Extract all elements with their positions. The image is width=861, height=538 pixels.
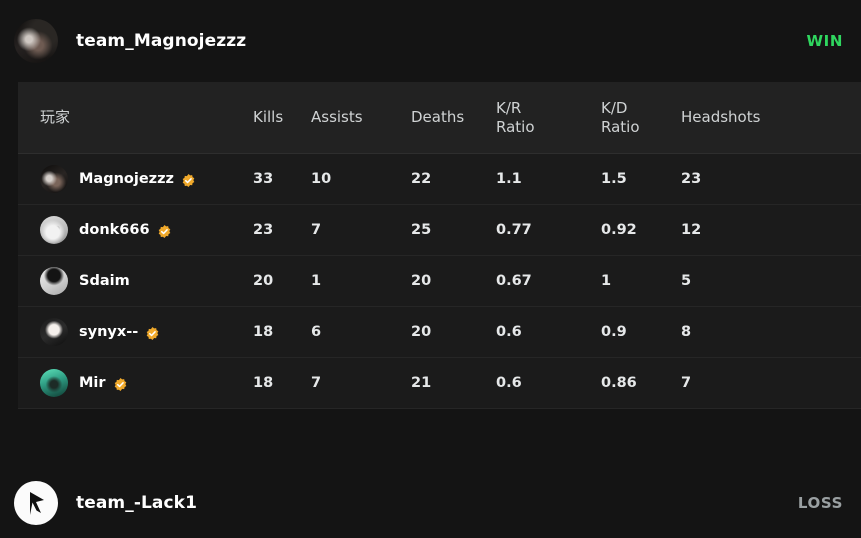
cell-assists: 1 bbox=[311, 273, 322, 289]
player-cell[interactable]: Mir bbox=[18, 369, 253, 397]
player-cell[interactable]: Sdaim bbox=[18, 267, 253, 295]
verified-badge-icon bbox=[157, 224, 172, 239]
col-header-kr-ratio[interactable]: K/R Ratio bbox=[496, 99, 601, 137]
cell-assists: 10 bbox=[311, 171, 332, 187]
cell-kr-ratio: 0.77 bbox=[496, 222, 532, 238]
table-row[interactable]: synyx-- 18 6 20 0.6 0.9 8 bbox=[18, 307, 861, 358]
player-avatar bbox=[40, 216, 68, 244]
cell-kills: 20 bbox=[253, 273, 274, 289]
cell-assists: 7 bbox=[311, 222, 322, 238]
cell-kills: 23 bbox=[253, 222, 274, 238]
cell-deaths: 22 bbox=[411, 171, 432, 187]
cell-kills: 18 bbox=[253, 324, 274, 340]
cell-deaths: 20 bbox=[411, 324, 432, 340]
cell-deaths: 25 bbox=[411, 222, 432, 238]
cell-kr-ratio: 0.6 bbox=[496, 324, 522, 340]
cell-kills: 18 bbox=[253, 375, 274, 391]
cell-headshots: 7 bbox=[681, 375, 692, 391]
team-name-1[interactable]: team_Magnojezzz bbox=[76, 31, 246, 51]
table-row[interactable]: Sdaim 20 1 20 0.67 1 5 bbox=[18, 256, 861, 307]
col-header-kd-ratio[interactable]: K/D Ratio bbox=[601, 99, 681, 137]
cell-kd-ratio: 1 bbox=[601, 273, 612, 289]
verified-badge-icon bbox=[113, 377, 128, 392]
cell-headshots: 8 bbox=[681, 324, 692, 340]
team-result-badge-loss: LOSS bbox=[797, 494, 843, 512]
table-header-row-1: 玩家 Kills Assists Deaths K/R Ratio K/D Ra… bbox=[18, 82, 861, 154]
table-row[interactable]: Mir 18 7 21 0.6 0.86 7 bbox=[18, 358, 861, 409]
col-header-kills[interactable]: Kills bbox=[253, 108, 311, 127]
cell-deaths: 21 bbox=[411, 375, 432, 391]
player-name[interactable]: Sdaim bbox=[79, 273, 130, 289]
cell-headshots: 12 bbox=[681, 222, 702, 238]
cell-deaths: 20 bbox=[411, 273, 432, 289]
cell-kd-ratio: 0.9 bbox=[601, 324, 627, 340]
cell-kd-ratio: 1.5 bbox=[601, 171, 627, 187]
scoreboard-table-1: 玩家 Kills Assists Deaths K/R Ratio K/D Ra… bbox=[18, 82, 861, 409]
player-name[interactable]: synyx-- bbox=[79, 324, 138, 340]
cell-kd-ratio: 0.92 bbox=[601, 222, 637, 238]
cell-assists: 6 bbox=[311, 324, 322, 340]
col-header-kd-line2: Ratio bbox=[601, 117, 640, 136]
player-cell[interactable]: synyx-- bbox=[18, 318, 253, 346]
cell-headshots: 23 bbox=[681, 171, 702, 187]
player-avatar bbox=[40, 267, 68, 295]
verified-badge-icon bbox=[181, 173, 196, 188]
team-result-badge-win: WIN bbox=[806, 32, 843, 50]
table-row[interactable]: donk666 23 7 25 0.77 0.92 12 bbox=[18, 205, 861, 256]
verified-badge-icon bbox=[145, 326, 160, 341]
col-header-kr-line2: Ratio bbox=[496, 117, 535, 136]
team-header-2[interactable]: team_-Lack1 LOSS bbox=[0, 462, 861, 538]
col-header-headshots[interactable]: Headshots bbox=[681, 108, 808, 127]
section-spacer bbox=[0, 409, 861, 462]
team-name-2[interactable]: team_-Lack1 bbox=[76, 493, 197, 513]
table-row[interactable]: Magnojezzz 33 10 22 1.1 1.5 23 bbox=[18, 154, 861, 205]
cell-kd-ratio: 0.86 bbox=[601, 375, 637, 391]
col-header-kr-line1: K/R bbox=[496, 98, 522, 117]
col-header-assists[interactable]: Assists bbox=[311, 108, 411, 127]
player-avatar bbox=[40, 165, 68, 193]
team-logo-avatar bbox=[14, 481, 58, 525]
player-avatar bbox=[40, 318, 68, 346]
col-header-player[interactable]: 玩家 bbox=[18, 108, 253, 127]
player-cell[interactable]: donk666 bbox=[18, 216, 253, 244]
cell-kills: 33 bbox=[253, 171, 274, 187]
cell-kr-ratio: 0.67 bbox=[496, 273, 532, 289]
cell-kr-ratio: 0.6 bbox=[496, 375, 522, 391]
player-avatar bbox=[40, 369, 68, 397]
team-header-1[interactable]: team_Magnojezzz WIN bbox=[0, 0, 861, 82]
player-name[interactable]: Mir bbox=[79, 375, 106, 391]
player-name[interactable]: donk666 bbox=[79, 222, 150, 238]
col-header-deaths[interactable]: Deaths bbox=[411, 108, 496, 127]
col-header-kd-line1: K/D bbox=[601, 98, 628, 117]
cell-kr-ratio: 1.1 bbox=[496, 171, 522, 187]
team-photo-avatar bbox=[14, 19, 58, 63]
cell-headshots: 5 bbox=[681, 273, 692, 289]
cell-assists: 7 bbox=[311, 375, 322, 391]
match-scoreboard-page: team_Magnojezzz WIN 玩家 Kills Assists Dea… bbox=[0, 0, 861, 538]
player-cell[interactable]: Magnojezzz bbox=[18, 165, 253, 193]
table-body-1: Magnojezzz 33 10 22 1.1 1.5 23 donk666 23 7 25 0.77… bbox=[18, 154, 861, 409]
player-name[interactable]: Magnojezzz bbox=[79, 171, 174, 187]
